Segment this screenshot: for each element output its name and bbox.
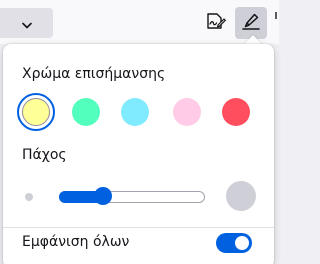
show-all-label: Εμφάνιση όλων <box>22 234 130 250</box>
color-swatch-blue[interactable] <box>121 98 149 126</box>
color-swatch-pink[interactable] <box>173 98 201 126</box>
add-signature-button[interactable] <box>200 7 232 39</box>
color-swatch-yellow-fill <box>22 98 50 126</box>
color-swatch-green[interactable] <box>72 98 100 126</box>
toolbar-dropdown-button[interactable] <box>0 8 53 38</box>
truncated-toolbar-icon <box>275 12 279 34</box>
panel-divider <box>3 227 274 228</box>
highlight-popup-panel: Χρώμα επισήμανσης Πάχος Εμφάνιση όλων <box>3 44 274 264</box>
signature-icon <box>206 12 226 34</box>
highlight-tool-button[interactable] <box>235 7 267 39</box>
color-swatch-red[interactable] <box>222 98 250 126</box>
thickness-slider-thumb[interactable] <box>93 187 112 205</box>
show-all-toggle[interactable] <box>216 233 252 253</box>
thickness-label: Πάχος <box>22 147 67 163</box>
color-swatch-yellow[interactable] <box>17 93 55 131</box>
toolbar <box>0 0 279 44</box>
thin-stroke-icon <box>25 193 33 201</box>
thick-stroke-icon <box>226 181 256 211</box>
highlighter-icon <box>241 11 261 35</box>
show-all-toggle-knob <box>235 236 249 250</box>
chevron-down-icon <box>21 14 32 33</box>
highlight-color-label: Χρώμα επισήμανσης <box>22 66 166 82</box>
